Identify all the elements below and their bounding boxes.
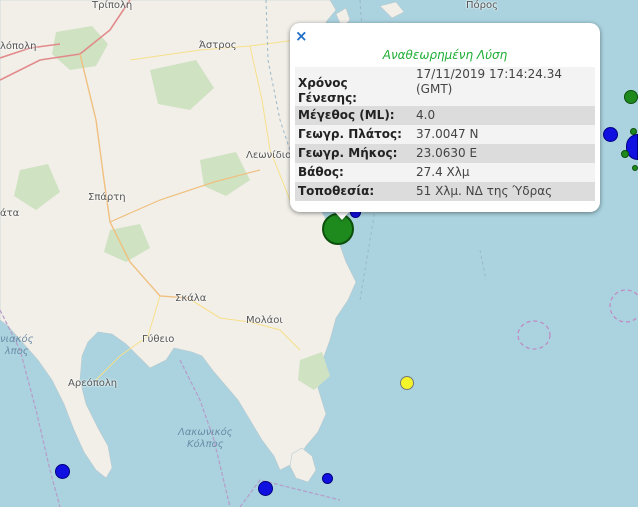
table-row: Μέγεθος (ML): 4.0 [295,106,595,125]
quake-marker[interactable] [632,165,638,171]
table-row: Χρόνος Γένεσης: 17/11/2019 17:14:24.34 (… [295,67,595,106]
detail-key: Χρόνος Γένεσης: [298,76,357,105]
close-icon[interactable]: × [295,28,308,44]
detail-key: Γεωγρ. Μήκος: [298,146,398,160]
quake-marker[interactable] [322,473,333,484]
quake-marker[interactable] [621,150,629,158]
place-poros: Πόρος [466,0,498,11]
place-molaoi: Μολάοι [246,315,283,326]
popup-title: Αναθεωρημένη Λύση [382,48,508,62]
quake-marker[interactable] [603,127,618,142]
detail-value: 51 Χλμ. ΝΔ της Ύδρας [416,184,553,198]
water-label-line: Λακωνικός [178,427,233,438]
detail-value: 27.4 Χλμ [416,165,470,179]
detail-key: Βάθος: [298,165,344,179]
quake-marker[interactable] [624,90,638,104]
detail-value: 17/11/2019 17:14:24.34 (GMT) [416,67,562,96]
detail-value: 37.0047 N [416,127,479,141]
place-tripoli: Τρίπολη [92,0,133,11]
place-sparti: Σπάρτη [88,192,126,203]
detail-value: 4.0 [416,108,436,122]
detail-value: 23.0630 E [416,146,478,160]
quake-marker[interactable] [258,481,273,496]
detail-key: Τοποθεσία: [298,184,375,198]
water-label-line: Κόλπος [186,439,224,450]
place-astros: Άστρος [199,40,237,51]
quake-marker[interactable] [55,464,70,479]
table-row: Γεωγρ. Πλάτος: 37.0047 N [295,125,595,144]
place-skala: Σκάλα [175,293,207,304]
quake-details-table: Χρόνος Γένεσης: 17/11/2019 17:14:24.34 (… [295,67,595,201]
land-islet-2 [379,1,405,19]
detail-key: Μέγεθος (ML): [298,108,395,122]
table-row: Βάθος: 27.4 Χλμ [295,163,595,182]
detail-key: Γεωγρ. Πλάτος: [298,127,402,141]
seismic-map[interactable]: Τρίπολη Πόρος λόπολη Άστρος Λεωνίδιο Σπά… [0,0,638,507]
quake-info-popup: × Αναθεωρημένη Λύση Χρόνος Γένεσης: 17/1… [290,23,600,212]
place-megalopoli: λόπολη [0,41,37,52]
place-leonidio: Λεωνίδιο [246,150,292,161]
quake-marker[interactable] [630,128,637,135]
table-row: Γεωγρ. Μήκος: 23.0630 E [295,144,595,163]
place-kalamata: άτα [0,208,20,219]
quake-marker[interactable] [400,376,414,390]
table-row: Τοποθεσία: 51 Χλμ. ΝΔ της Ύδρας [295,182,595,201]
water-label-line: λπος [4,346,29,357]
water-label-lakonikos: Λακωνικός Κόλπος [178,427,233,451]
place-gytheio: Γύθειο [142,334,175,345]
land-island [289,447,317,483]
place-areopoli: Αρεόπολη [68,378,118,389]
water-label-messiniakos: νιακός λπος [0,334,33,358]
water-label-line: νιακός [0,334,34,345]
